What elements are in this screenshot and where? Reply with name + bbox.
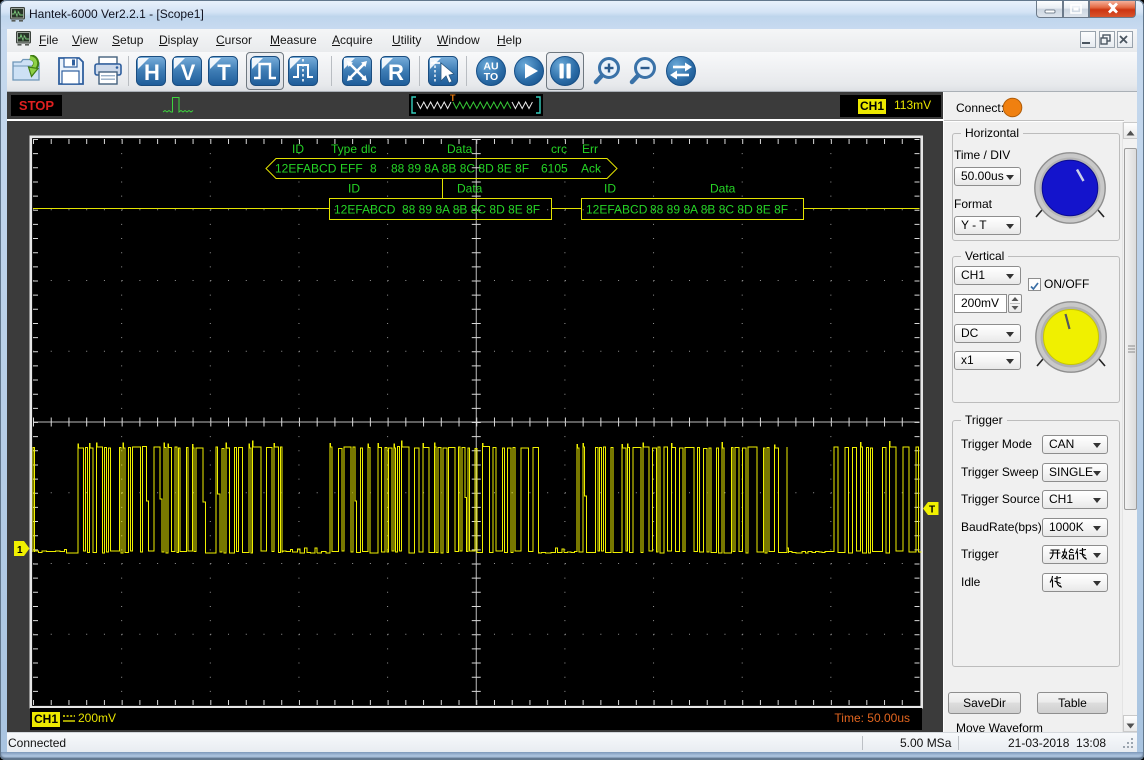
svg-text:ID: ID [604, 182, 616, 196]
svg-text:6105: 6105 [541, 162, 568, 176]
svg-text:Data: Data [447, 142, 473, 156]
svg-text:12EFABCD: 12EFABCD [275, 162, 337, 176]
svg-text:88 89 8A 8B 8C 8D 8E 8F: 88 89 8A 8B 8C 8D 8E 8F [650, 203, 788, 217]
svg-text:1: 1 [17, 545, 23, 556]
svg-text:Data: Data [457, 182, 483, 196]
svg-text:Ack: Ack [581, 162, 602, 176]
svg-text:ID: ID [348, 182, 360, 196]
svg-text:crc: crc [551, 142, 567, 156]
svg-text:12EFABCD: 12EFABCD [586, 203, 648, 217]
svg-text:88 89 8A 8B 8C 8D 8E 8F: 88 89 8A 8B 8C 8D 8E 8F [391, 162, 529, 176]
svg-text:12EFABCD: 12EFABCD [334, 203, 396, 217]
svg-text:Data: Data [710, 182, 736, 196]
svg-text:Err: Err [582, 142, 598, 156]
svg-text:88 89 8A 8B 8C 8D 8E 8F: 88 89 8A 8B 8C 8D 8E 8F [402, 203, 540, 217]
svg-text:dlc: dlc [361, 142, 376, 156]
svg-text:T: T [929, 505, 935, 516]
svg-text:EFF: EFF [340, 162, 363, 176]
svg-text:ID: ID [292, 142, 304, 156]
svg-text:Type: Type [331, 142, 357, 156]
svg-text:8: 8 [370, 162, 377, 176]
